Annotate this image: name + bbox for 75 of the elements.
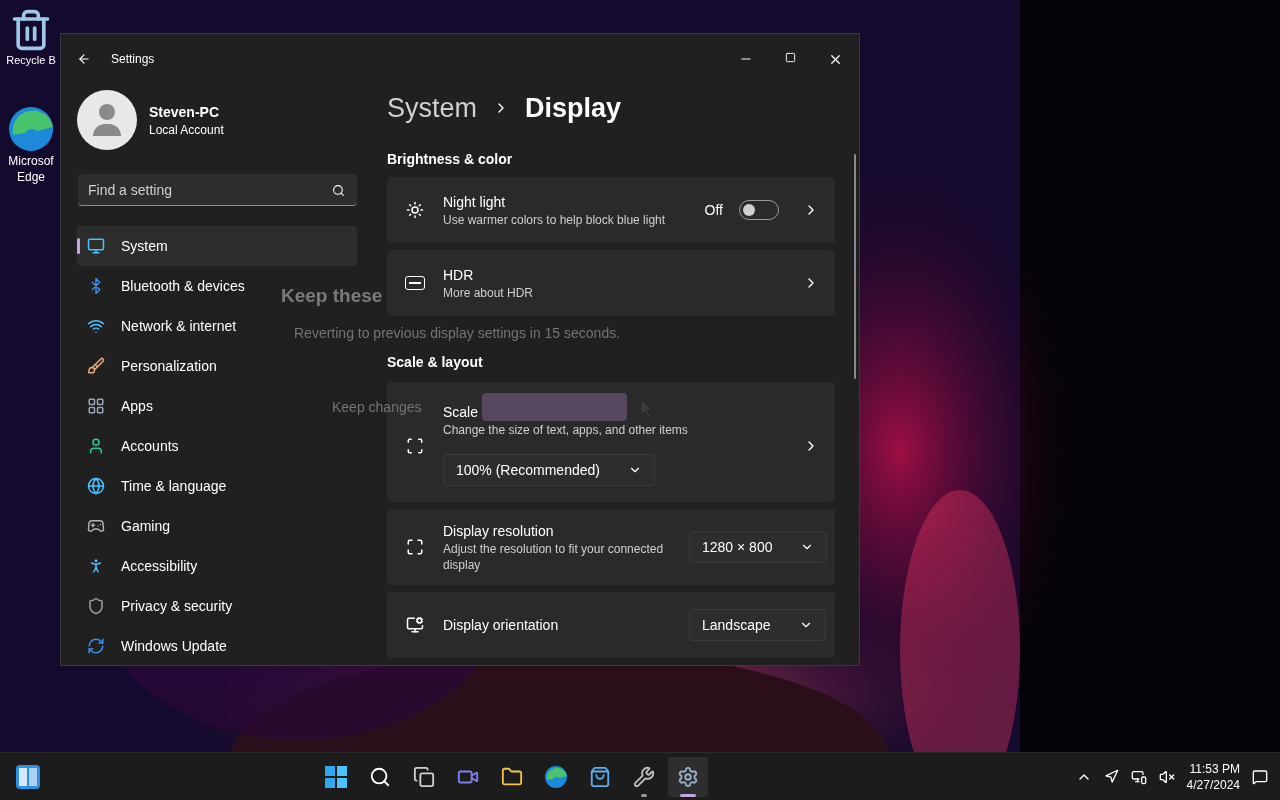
nav-item[interactable]: Bluetooth & devices (77, 266, 253, 306)
start-icon (325, 765, 347, 788)
search-icon (369, 765, 391, 788)
taskbar-app[interactable] (668, 756, 708, 797)
globe-icon (87, 477, 105, 495)
dialog-message: Reverting to previous display settings in 15 seconds. (294, 323, 621, 343)
page-title: Display (525, 92, 622, 125)
tool-icon (633, 765, 655, 788)
network-icon[interactable] (1130, 768, 1147, 785)
dropdown[interactable]: 100% (Recommended) (443, 453, 655, 486)
resolution-icon (406, 537, 424, 556)
setting-description: Adjust the resolution to fit your connected display (443, 540, 665, 573)
user-icon (87, 437, 105, 455)
nav-item[interactable]: System (77, 226, 357, 266)
section-heading: Scale & layout (387, 352, 484, 372)
location-icon[interactable] (1103, 769, 1119, 784)
setting-title: Night light (443, 192, 506, 212)
dropdown[interactable]: 1280 × 800 (689, 530, 828, 563)
clock[interactable]: 11:53 PM 4/27/2024 (1186, 760, 1240, 793)
search-icon (332, 184, 345, 197)
scale-icon (406, 436, 424, 455)
nav-item[interactable]: Apps (77, 386, 161, 426)
nav-item[interactable]: Gaming (77, 506, 179, 546)
setting-description: More about HDR (443, 284, 534, 301)
nav-item[interactable]: Accessibility (77, 546, 206, 586)
refresh-icon (87, 637, 105, 655)
nav-item[interactable]: Privacy & security (77, 586, 241, 626)
monitor-icon (87, 237, 105, 255)
settings-icon (677, 765, 699, 788)
window-title: Settings (111, 51, 155, 67)
setting-card[interactable]: Night light Use warmer colors to help block blue light Off (387, 176, 835, 243)
setting-card[interactable]: HDR More about HDR (387, 249, 835, 316)
account-type: Local Account (149, 122, 224, 138)
hdr-icon (405, 275, 425, 290)
setting-description: Change the size of text, apps, and other items (443, 421, 688, 438)
account-name: Steven-PC (149, 103, 221, 122)
setting-title: Display orientation (443, 615, 559, 635)
search-field[interactable]: Find a setting (78, 174, 357, 206)
nav-item[interactable]: Accounts (77, 426, 187, 466)
task-view-icon (413, 765, 435, 788)
desktop-icon-label: Microsof Edge (7, 152, 55, 185)
wifi-icon (87, 317, 105, 335)
avatar (77, 90, 137, 150)
setting-card[interactable]: Display resolution Adjust the resolution to fit your connected display 1280 × 800 (387, 508, 835, 585)
toggle-status: Off (704, 200, 723, 220)
back-icon[interactable] (77, 52, 91, 66)
widgets-icon[interactable] (16, 764, 40, 789)
setting-title: Display resolution (443, 521, 554, 541)
maximize-icon[interactable] (785, 51, 796, 63)
browser-icon (544, 764, 568, 789)
folder-icon (501, 765, 523, 788)
brush-icon (87, 357, 105, 375)
mute-icon[interactable] (1158, 768, 1175, 785)
nav-item[interactable]: Network & internet (77, 306, 245, 346)
setting-title: HDR (443, 265, 474, 285)
grid-icon (87, 397, 105, 415)
browser-icon[interactable] (7, 104, 55, 153)
section-heading: Brightness & color (387, 149, 514, 169)
setting-title: Scale (443, 402, 479, 422)
setting-card[interactable]: Display orientation Landscape (387, 591, 835, 658)
gamepad-icon (87, 517, 105, 535)
breadcrumb-parent[interactable]: System (387, 88, 478, 129)
scrollbar[interactable] (854, 154, 856, 379)
brightness-icon (406, 200, 424, 219)
orientation-icon (406, 615, 424, 634)
dialog-title: Keep these (281, 284, 383, 308)
shield-icon (87, 597, 105, 615)
desktop-icon-label: Recycle B (6, 53, 56, 68)
setting-description: Use warmer colors to help block blue light (443, 211, 667, 228)
nav-item[interactable]: Personalization (77, 346, 225, 386)
nav-item[interactable]: Time & language (77, 466, 235, 506)
notification-icon[interactable] (1252, 768, 1268, 785)
nav-item[interactable]: Windows Update (77, 626, 235, 665)
dropdown[interactable]: Landscape (689, 608, 826, 641)
store-icon (589, 765, 611, 788)
